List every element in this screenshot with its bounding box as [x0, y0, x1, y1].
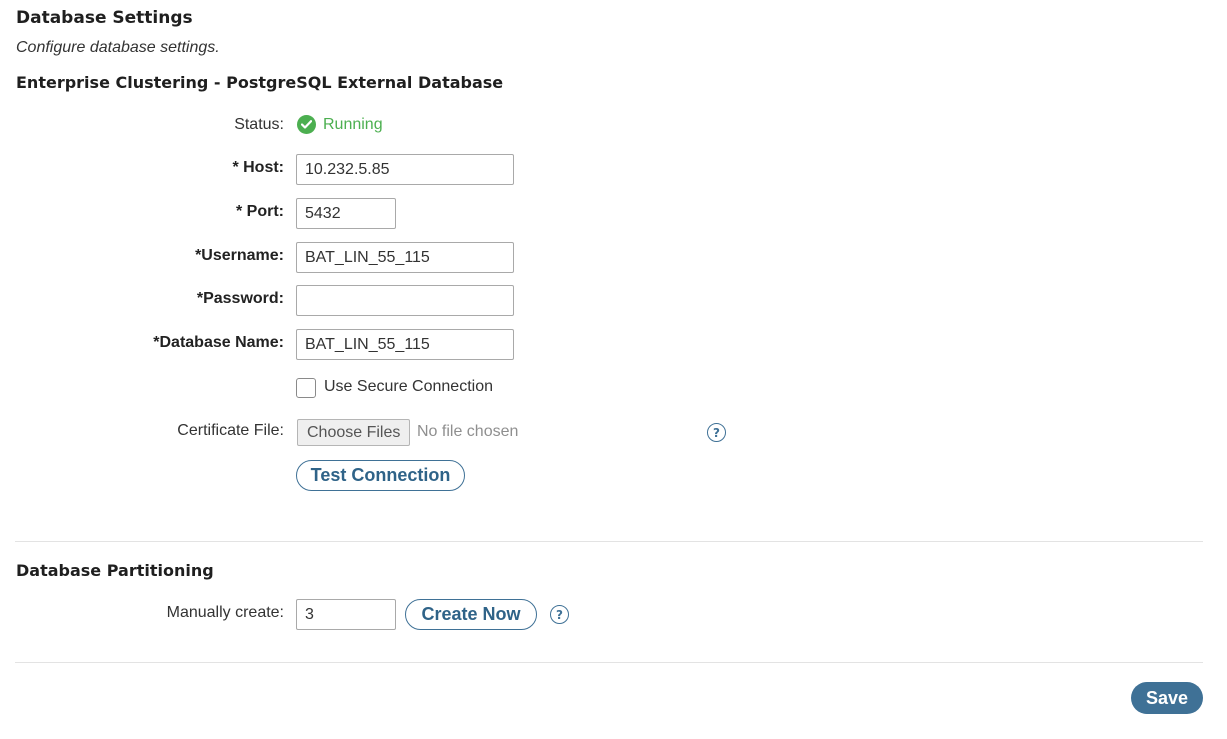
clustering-heading: Enterprise Clustering - PostgreSQL Exter…	[16, 73, 504, 92]
save-button[interactable]: Save	[1131, 682, 1203, 714]
secure-connection-checkbox[interactable]	[296, 378, 316, 398]
page-title: Database Settings	[16, 8, 193, 28]
host-input[interactable]	[296, 154, 514, 185]
status-label: Status:	[234, 116, 284, 133]
database-name-input[interactable]	[296, 329, 514, 360]
file-status-text: No file chosen	[417, 423, 519, 440]
port-input[interactable]	[296, 198, 396, 229]
page-subtitle: Configure database settings.	[16, 39, 220, 56]
status-value: Running	[323, 115, 383, 133]
port-label: * Port:	[236, 203, 284, 220]
username-input[interactable]	[296, 242, 514, 273]
test-connection-button[interactable]: Test Connection	[296, 460, 465, 491]
database-settings-page: Database Settings Configure database set…	[0, 0, 1227, 739]
certificate-file-label: Certificate File:	[177, 422, 284, 439]
username-label: *Username:	[195, 247, 284, 264]
footer-divider	[15, 662, 1203, 663]
choose-files-button[interactable]: Choose Files	[297, 419, 411, 446]
status-indicator: Running	[297, 115, 383, 134]
partitioning-heading: Database Partitioning	[16, 561, 214, 580]
check-circle-icon	[297, 115, 316, 134]
create-now-button[interactable]: Create Now	[405, 599, 537, 630]
section-divider	[15, 541, 1203, 542]
partitioning-help-icon[interactable]: ?	[550, 605, 569, 624]
host-label: * Host:	[232, 159, 284, 176]
password-input[interactable]	[296, 285, 514, 316]
database-name-label: *Database Name:	[153, 334, 284, 351]
secure-connection-label[interactable]: Use Secure Connection	[324, 378, 493, 396]
manually-create-label: Manually create:	[166, 604, 284, 621]
manually-create-input[interactable]	[296, 599, 396, 630]
certificate-help-icon[interactable]: ?	[707, 423, 726, 442]
password-label: *Password:	[196, 290, 284, 307]
